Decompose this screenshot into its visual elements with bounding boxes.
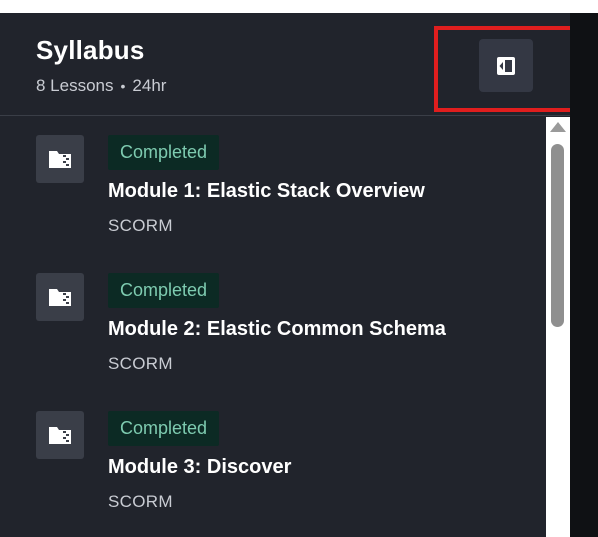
lesson-count: 8 Lessons [36, 76, 114, 95]
vertical-scrollbar[interactable] [546, 117, 570, 537]
status-badge: Completed [108, 411, 220, 446]
lesson-title[interactable]: Module 1: Elastic Stack Overview [108, 180, 425, 203]
lesson-title[interactable]: Module 3: Discover [108, 456, 291, 479]
list-item[interactable]: Completed Module 2: Elastic Common Schem… [0, 255, 546, 393]
scorm-package-icon [36, 273, 84, 321]
status-badge: Completed [108, 273, 220, 308]
highlight-annotation [434, 26, 570, 112]
status-badge: Completed [108, 135, 220, 170]
lesson-type: SCORM [108, 354, 173, 373]
meta-separator: • [120, 78, 126, 94]
syllabus-header: Syllabus 8 Lessons • 24hr [0, 13, 570, 116]
lesson-title[interactable]: Module 2: Elastic Common Schema [108, 318, 446, 341]
lesson-type: SCORM [108, 492, 173, 511]
scorm-package-icon [36, 411, 84, 459]
list-item[interactable]: Completed Module 1: Elastic Stack Overvi… [0, 117, 546, 255]
syllabus-panel: Syllabus 8 Lessons • 24hr Completed Modu… [0, 13, 570, 537]
lesson-list: Completed Module 1: Elastic Stack Overvi… [0, 117, 546, 537]
total-duration: 24hr [132, 76, 167, 95]
syllabus-meta: 8 Lessons • 24hr [36, 76, 166, 96]
scrollbar-thumb[interactable] [551, 144, 564, 327]
list-item[interactable]: Completed Module 3: Discover SCORM [0, 393, 546, 531]
scorm-package-icon [36, 135, 84, 183]
lesson-type: SCORM [108, 216, 173, 235]
right-edge-strip [570, 13, 598, 537]
scroll-up-arrow-icon[interactable] [550, 122, 566, 132]
syllabus-title: Syllabus [36, 35, 145, 65]
